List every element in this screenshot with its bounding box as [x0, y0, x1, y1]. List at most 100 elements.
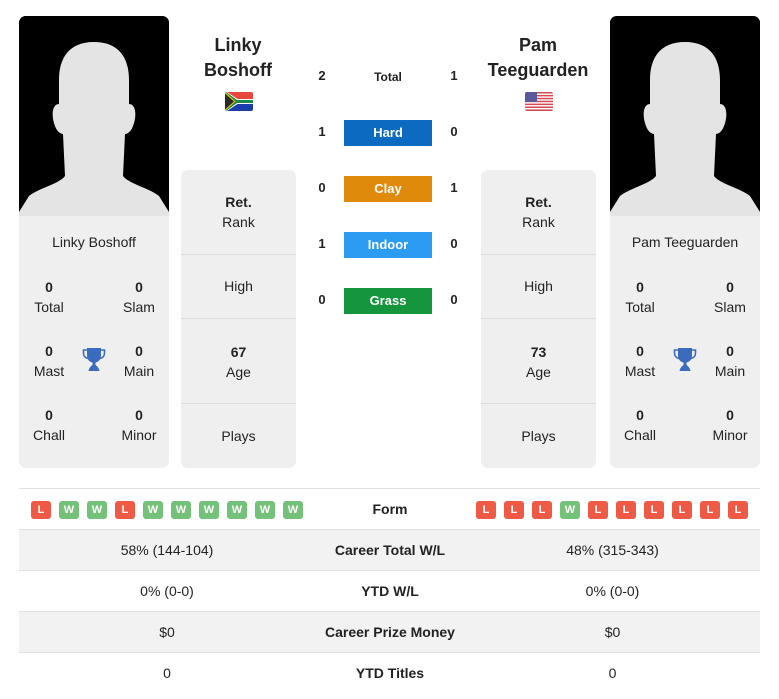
- form-loss-badge[interactable]: L: [532, 501, 552, 519]
- h2h-left-value: 1: [318, 236, 326, 251]
- surface-label-hard[interactable]: Hard: [344, 120, 432, 146]
- trophy-icon: [673, 348, 697, 371]
- titles-minor-value: 0: [135, 407, 143, 423]
- comparison-label: YTD Titles: [355, 665, 425, 681]
- h2h-row-grass: 0 Grass 0: [300, 288, 480, 314]
- silhouette-icon: [610, 16, 760, 216]
- comparison-row: $0 Career Prize Money $0: [19, 611, 760, 652]
- player-right-photo: [610, 16, 760, 216]
- high-label: High: [524, 278, 553, 294]
- form-win-badge[interactable]: W: [255, 501, 275, 519]
- player-left-first-name: Linky: [214, 35, 262, 55]
- titles-mast-label: Mast: [624, 363, 656, 379]
- h2h-right-value: 0: [450, 236, 458, 251]
- h2h-right-value: 0: [450, 292, 458, 307]
- form-win-badge[interactable]: W: [171, 501, 191, 519]
- titles-main-value: 0: [726, 343, 734, 359]
- divider: [481, 254, 596, 255]
- form-win-badge[interactable]: W: [227, 501, 247, 519]
- titles-total-value: 0: [45, 279, 53, 295]
- titles-mast-label: Mast: [33, 363, 65, 379]
- titles-chall: 0 Chall: [610, 405, 670, 445]
- age-cell: 73 Age: [481, 342, 596, 382]
- rank-value: Ret.: [225, 194, 252, 210]
- player-right-last-name: Teeguarden: [487, 60, 589, 80]
- player-right-card-name[interactable]: Pam Teeguarden: [610, 234, 760, 250]
- titles-slam: 0 Slam: [700, 277, 760, 317]
- titles-minor: 0 Minor: [109, 405, 169, 445]
- rank-cell: Ret. Rank: [481, 192, 596, 232]
- form-label: Form: [372, 501, 408, 517]
- comparison-row: 0% (0-0) YTD W/L 0% (0-0): [19, 570, 760, 611]
- player-right-name-link[interactable]: Pam Teeguarden: [458, 33, 618, 83]
- age-value: 73: [530, 344, 547, 360]
- player-right-first-name: Pam: [518, 35, 558, 55]
- surface-label-clay[interactable]: Clay: [344, 176, 432, 202]
- titles-chall-value: 0: [636, 407, 644, 423]
- form-win-badge[interactable]: W: [59, 501, 79, 519]
- titles-total: 0 Total: [610, 277, 670, 317]
- player-left-name-link[interactable]: Linky Boshoff: [158, 33, 318, 83]
- usa-flag-icon: [525, 92, 553, 111]
- high-label: High: [224, 278, 253, 294]
- form-loss-badge[interactable]: L: [476, 501, 496, 519]
- player-left-photo: [19, 16, 169, 216]
- form-loss-badge[interactable]: L: [588, 501, 608, 519]
- titles-main-label: Main: [714, 363, 746, 379]
- titles-slam-label: Slam: [714, 299, 746, 315]
- player-right-value: $0: [604, 624, 621, 640]
- form-loss-badge[interactable]: L: [644, 501, 664, 519]
- form-loss-badge[interactable]: L: [115, 501, 135, 519]
- rank-value: Ret.: [525, 194, 552, 210]
- titles-minor: 0 Minor: [700, 405, 760, 445]
- player-left-value: 58% (144-104): [120, 542, 214, 558]
- form-loss-badge[interactable]: L: [700, 501, 720, 519]
- player-left-titles-card: Linky Boshoff 0 Total 0 Slam 0 Mast 0 Ma…: [19, 216, 169, 468]
- h2h-row-plain: 2 Total 1: [300, 64, 480, 90]
- titles-minor-label: Minor: [712, 427, 748, 443]
- form-row: LWWLWWWWWW Form LLLWLLLLLL: [19, 488, 760, 529]
- form-win-badge[interactable]: W: [560, 501, 580, 519]
- silhouette-icon: [19, 16, 169, 216]
- h2h-right-value: 1: [450, 180, 458, 195]
- form-loss-badge[interactable]: L: [504, 501, 524, 519]
- divider: [481, 403, 596, 404]
- player-left-card-name[interactable]: Linky Boshoff: [19, 234, 169, 250]
- player-left-value: 0: [163, 665, 171, 681]
- form-win-badge[interactable]: W: [87, 501, 107, 519]
- form-win-badge[interactable]: W: [143, 501, 163, 519]
- titles-mast: 0 Mast: [610, 341, 670, 381]
- comparison-label: YTD W/L: [361, 583, 419, 599]
- titles-mast-value: 0: [45, 343, 53, 359]
- form-loss-badge[interactable]: L: [728, 501, 748, 519]
- titles-total-label: Total: [34, 299, 64, 315]
- h2h-right-value: 1: [450, 68, 458, 83]
- player-left-value: $0: [159, 624, 175, 640]
- age-label: Age: [226, 364, 251, 380]
- form-loss-badge[interactable]: L: [672, 501, 692, 519]
- titles-slam-label: Slam: [123, 299, 155, 315]
- comparison-label: Career Prize Money: [325, 624, 455, 640]
- titles-main: 0 Main: [700, 341, 760, 381]
- plays-label: Plays: [221, 428, 256, 444]
- form-win-badge[interactable]: W: [199, 501, 219, 519]
- rank-cell: Ret. Rank: [181, 192, 296, 232]
- comparison-row: 0 YTD Titles 0: [19, 652, 760, 693]
- trophy-icon: [82, 348, 106, 371]
- titles-minor-value: 0: [726, 407, 734, 423]
- form-win-badge[interactable]: W: [283, 501, 303, 519]
- divider: [181, 254, 296, 255]
- h2h-left-value: 1: [318, 124, 326, 139]
- form-loss-badge[interactable]: L: [31, 501, 51, 519]
- h2h-left-value: 0: [318, 292, 326, 307]
- divider: [181, 403, 296, 404]
- form-loss-badge[interactable]: L: [616, 501, 636, 519]
- comparison-table: LWWLWWWWWW Form LLLWLLLLLL 58% (144-104)…: [19, 488, 760, 693]
- surface-label-grass[interactable]: Grass: [344, 288, 432, 314]
- titles-mast-value: 0: [636, 343, 644, 359]
- comparison-label: Career Total W/L: [334, 542, 446, 558]
- surface-label-indoor[interactable]: Indoor: [344, 232, 432, 258]
- titles-chall-label: Chall: [33, 427, 65, 443]
- titles-main-label: Main: [123, 363, 155, 379]
- titles-total: 0 Total: [19, 277, 79, 317]
